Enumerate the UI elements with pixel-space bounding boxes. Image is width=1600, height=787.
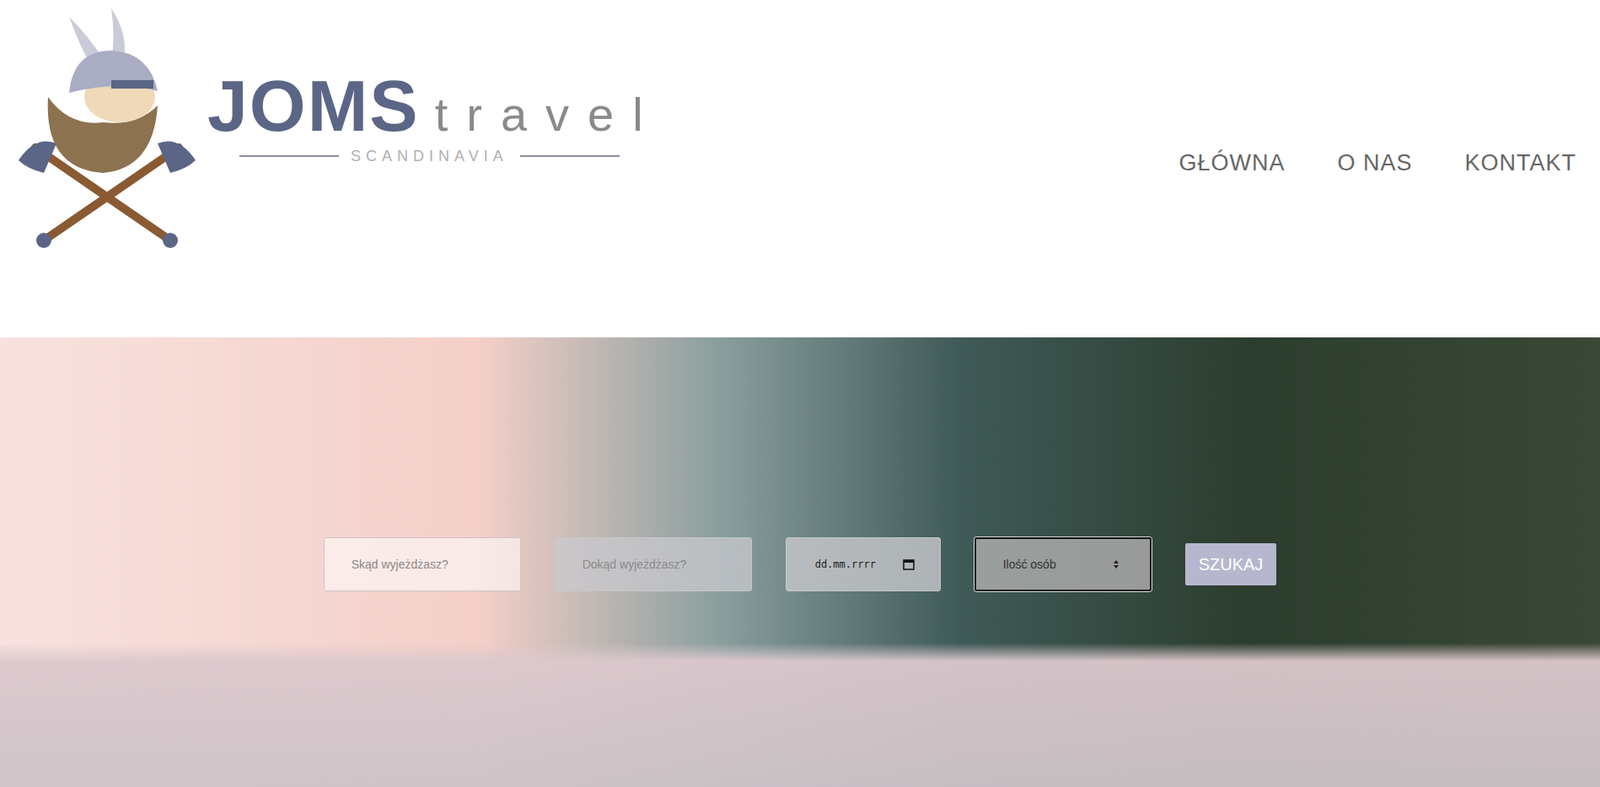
text-field[interactable] (323, 536, 521, 591)
search-button[interactable]: SZUKAJ (1185, 542, 1278, 586)
hero-photo: dd.mm.rrrr Ilość osób SZUKAJ (0, 337, 1600, 787)
header: JOMS travel SCANDINAVIA GŁÓWNA O NAS KONTAKT (0, 0, 1600, 338)
calendar-icon (902, 558, 915, 570)
brand-name: JOMS (207, 65, 420, 146)
tagline: SCANDINAVIA (350, 147, 509, 166)
search-form: dd.mm.rrrr Ilość osób SZUKAJ (323, 536, 1278, 591)
viking-icon (10, 0, 205, 253)
date-field[interactable]: dd.mm.rrrr (785, 536, 941, 591)
select-field[interactable]: Ilość osób (974, 536, 1152, 591)
logo[interactable]: JOMS travel SCANDINAVIA (0, 0, 662, 253)
brand-suffix: travel (434, 88, 662, 141)
tagline-rule (520, 155, 620, 157)
nav-link[interactable]: GŁÓWNA (1178, 150, 1285, 177)
nav-link[interactable]: O NAS (1336, 150, 1413, 177)
updown-icon (1112, 558, 1120, 570)
main-nav: GŁÓWNA O NAS KONTAKT (1178, 0, 1600, 177)
page: JOMS travel SCANDINAVIA GŁÓWNA O NAS KONTAKT d… (0, 0, 1600, 787)
wordmark: JOMS travel SCANDINAVIA (207, 0, 662, 166)
tagline-rule (239, 155, 339, 157)
nav-link[interactable]: KONTAKT (1464, 150, 1577, 177)
text-field[interactable] (554, 536, 752, 591)
